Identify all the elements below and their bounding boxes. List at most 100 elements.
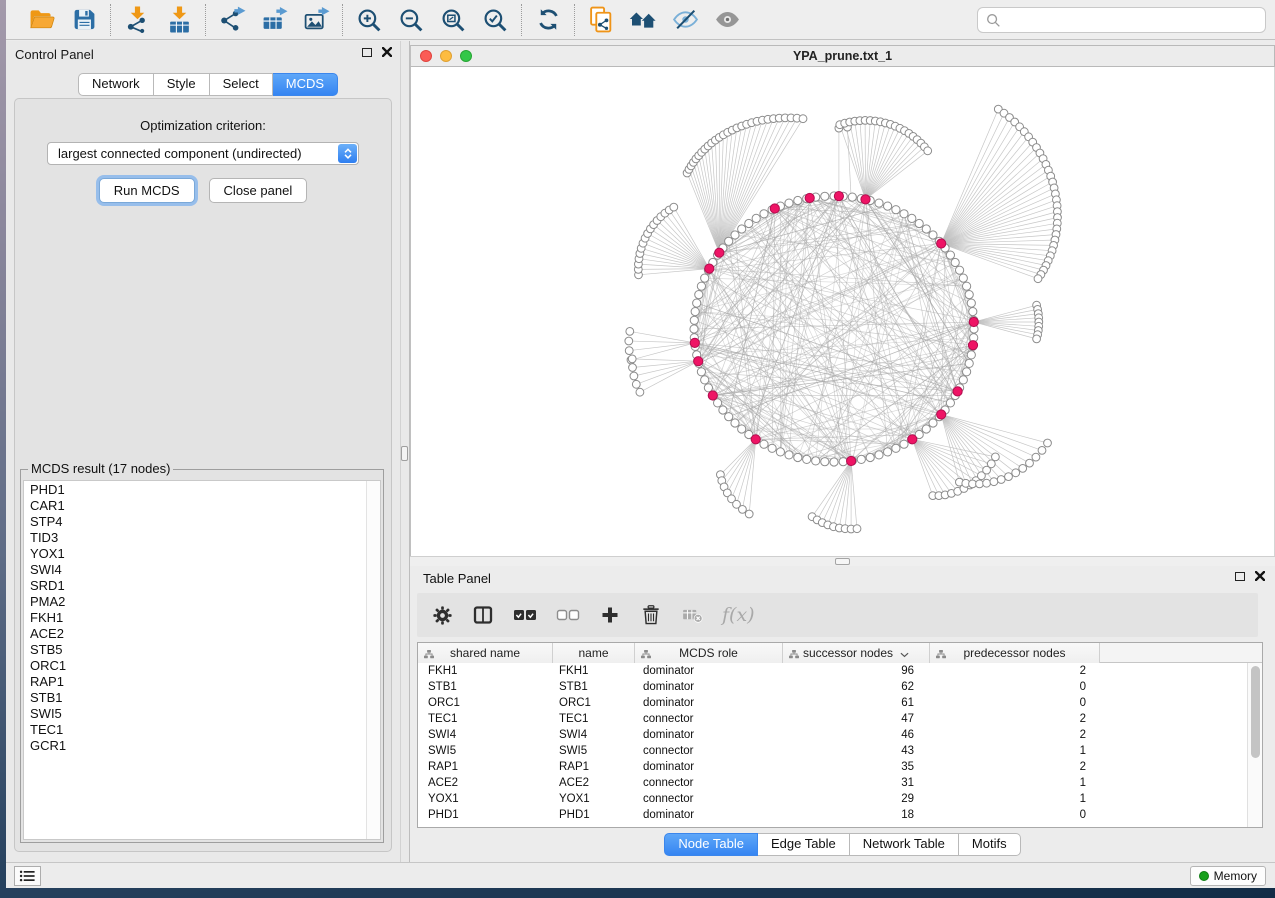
mcds-result-item[interactable]: TID3 [30,530,365,546]
splitter-handle[interactable] [401,446,408,461]
deselect-all-button[interactable] [556,602,580,628]
table-cell: PHD1 [418,807,553,823]
tab-motifs[interactable]: Motifs [959,833,1021,856]
export-network-icon [219,6,246,33]
network-window-titlebar[interactable]: YPA_prune.txt_1 [410,45,1275,67]
table-cell: YOX1 [553,791,635,807]
close-panel-button[interactable]: Close panel [209,178,308,203]
splitter-handle[interactable] [835,558,850,565]
table-cell: 1 [930,743,1100,759]
mcds-result-item[interactable]: SRD1 [30,578,365,594]
export-network-button[interactable] [216,4,248,36]
column-header-mcds-role[interactable]: MCDS role [635,643,783,663]
table-row[interactable]: ORC1ORC1dominator610 [418,695,1262,711]
mcds-result-item[interactable]: PMA2 [30,594,365,610]
column-header-predecessor-nodes[interactable]: predecessor nodes [930,643,1100,663]
save-session-button[interactable] [68,4,100,36]
import-table-button[interactable] [163,4,195,36]
table-cell: FKH1 [553,663,635,679]
search-input[interactable] [1007,13,1257,28]
zoom-selected-button[interactable] [479,4,511,36]
zoom-in-button[interactable] [353,4,385,36]
zoom-out-button[interactable] [395,4,427,36]
table-cell: 18 [783,807,930,823]
function-builder-button: f(x) [722,602,755,628]
delete-columns-button[interactable] [640,602,662,628]
table-row[interactable]: YOX1YOX1connector291 [418,791,1262,807]
close-panel-icon[interactable] [382,47,392,57]
float-panel-icon[interactable] [1235,572,1245,581]
tab-edge-table[interactable]: Edge Table [758,833,850,856]
column-header-successor-nodes[interactable]: successor nodes [783,643,930,663]
memory-button[interactable]: Memory [1190,866,1266,886]
float-panel-icon[interactable] [362,48,372,57]
table-cell: STB1 [418,679,553,695]
table-cell: 62 [783,679,930,695]
hide-selected-button[interactable] [669,4,701,36]
mcds-result-item[interactable]: STB5 [30,642,365,658]
table-cell: dominator [635,663,783,679]
mcds-result-item[interactable]: PHD1 [30,482,365,498]
scrollbar-thumb[interactable] [1251,666,1260,758]
criterion-dropdown[interactable]: largest connected component (undirected) [47,142,359,165]
mcds-result-item[interactable]: ORC1 [30,658,365,674]
refresh-button[interactable] [532,4,564,36]
column-header-shared-name[interactable]: shared name [418,643,553,663]
table-scrollbar[interactable] [1247,663,1262,827]
zoom-fit-button[interactable] [437,4,469,36]
mcds-result-item[interactable]: RAP1 [30,674,365,690]
mcds-result-item[interactable]: YOX1 [30,546,365,562]
open-file-button[interactable] [26,4,58,36]
table-row[interactable]: STB1STB1dominator620 [418,679,1262,695]
table-cell: 0 [930,679,1100,695]
run-mcds-button[interactable]: Run MCDS [99,178,195,203]
mcds-result-item[interactable]: STP4 [30,514,365,530]
table-row[interactable]: FKH1FKH1dominator962 [418,663,1262,679]
select-all-button[interactable] [513,602,537,628]
table-cell: SWI4 [418,727,553,743]
tab-network-table[interactable]: Network Table [850,833,959,856]
tab-select[interactable]: Select [210,73,273,96]
panel-list-button[interactable] [14,866,41,886]
column-header-name[interactable]: name [553,643,635,663]
table-cell: 61 [783,695,930,711]
mcds-result-item[interactable]: TEC1 [30,722,365,738]
table-row[interactable]: SWI5SWI5connector431 [418,743,1262,759]
table-row[interactable]: SWI4SWI4dominator462 [418,727,1262,743]
mcds-result-item[interactable]: ACE2 [30,626,365,642]
table-row[interactable]: RAP1RAP1dominator352 [418,759,1262,775]
network-graph[interactable] [411,67,1274,556]
show-columns-button[interactable] [472,602,494,628]
network-canvas[interactable] [410,67,1275,556]
clone-network-button[interactable] [585,4,617,36]
table-row[interactable]: PHD1PHD1dominator180 [418,807,1262,823]
mcds-result-item[interactable]: GCR1 [30,738,365,754]
search-field[interactable] [977,7,1266,33]
tab-node-table[interactable]: Node Table [664,833,758,856]
mcds-result-item[interactable]: CAR1 [30,498,365,514]
export-image-button[interactable] [300,4,332,36]
table-row[interactable]: TEC1TEC1connector472 [418,711,1262,727]
table-cell: 35 [783,759,930,775]
close-panel-icon[interactable] [1255,571,1265,581]
tab-network[interactable]: Network [78,73,154,96]
mcds-result-item[interactable]: STB1 [30,690,365,706]
mcds-result-item[interactable]: SWI4 [30,562,365,578]
table-mode-gear-icon [433,606,452,625]
table-row[interactable]: ACE2ACE2connector311 [418,775,1262,791]
mcds-list-scrollbar[interactable] [366,481,380,839]
first-neighbors-button[interactable] [627,4,659,36]
panel-splitter-vertical[interactable] [400,41,410,862]
mcds-result-item[interactable]: SWI5 [30,706,365,722]
export-table-button[interactable] [258,4,290,36]
table-mode-gear-button[interactable] [431,602,453,628]
hide-selected-icon [672,7,699,32]
mcds-result-item[interactable]: FKH1 [30,610,365,626]
add-column-button[interactable] [599,602,621,628]
memory-label: Memory [1214,869,1257,883]
panel-splitter-horizontal[interactable] [410,556,1275,566]
tab-mcds[interactable]: MCDS [273,73,338,96]
tab-style[interactable]: Style [154,73,210,96]
show-all-button[interactable] [711,4,743,36]
import-network-button[interactable] [121,4,153,36]
